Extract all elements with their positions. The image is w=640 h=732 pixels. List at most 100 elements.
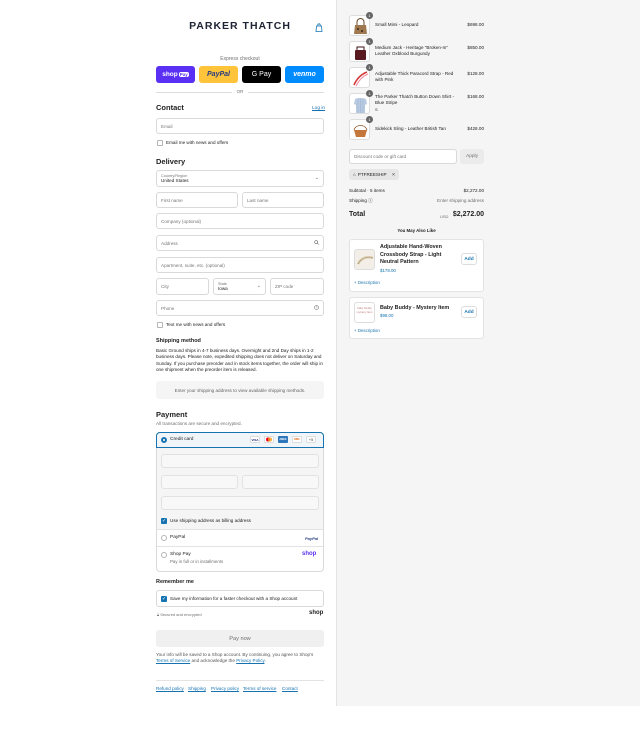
state-select[interactable]: State Iowa ⌄ (213, 278, 266, 295)
shop-pay-option-label[interactable]: Shop Pay (170, 552, 191, 557)
credit-card-radio[interactable] (161, 437, 167, 443)
help-icon[interactable]: ? (314, 305, 319, 312)
item-name: Medium Jack - Heritage "Broken-In" Leath… (375, 45, 448, 56)
item-price: $698.00 (467, 22, 484, 27)
paypal-radio[interactable] (161, 535, 167, 541)
shop-pay-radio[interactable] (161, 552, 167, 558)
first-name-field[interactable]: First name (156, 192, 238, 208)
terms-link[interactable]: Terms of Service (156, 658, 190, 663)
billing-address-label: Use shipping address as billing address (170, 518, 251, 523)
shop-pay-logo: shop (302, 551, 317, 557)
card-number-field[interactable] (161, 454, 319, 468)
last-name-placeholder: Last name (247, 197, 269, 203)
expiration-field[interactable] (161, 475, 238, 489)
shipping-summary: Shipping ⓘ (349, 198, 373, 204)
email-field[interactable]: Email (156, 118, 324, 134)
city-placeholder: City (161, 284, 169, 289)
text-offers-checkbox[interactable] (157, 322, 163, 328)
apartment-field[interactable]: Apartment, suite, etc. (optional) (156, 257, 324, 273)
discount-tag: ⌂ PTFREESHIP ✕ (349, 169, 400, 180)
brand-logo[interactable]: PARKER THATCH (156, 20, 324, 32)
company-field[interactable]: Company (optional) (156, 213, 324, 229)
item-quantity-badge: 1 (366, 12, 373, 19)
country-select[interactable]: Country/Region United States ⌄ (156, 170, 324, 187)
venmo-button[interactable]: venmo (285, 66, 324, 83)
phone-field[interactable]: Phone ? (156, 300, 324, 316)
also-like-heading: You May Also Like (397, 228, 436, 233)
or-label: OR (232, 89, 248, 94)
item-quantity-badge: 1 (366, 90, 373, 97)
item-quantity-badge: 1 (366, 116, 373, 123)
search-icon (314, 240, 319, 247)
country-value: United States (161, 178, 189, 183)
express-checkout-label: Express checkout (220, 56, 260, 62)
news-checkbox[interactable] (157, 140, 163, 146)
shipping-method-heading: Shipping method (156, 338, 201, 344)
security-code-field[interactable] (242, 475, 319, 489)
terms-of-service-link[interactable]: Terms of service (243, 686, 276, 691)
shipping-info-text: Basic Ground ships in 4-7 business days.… (156, 348, 323, 373)
item-price: $168.00 (467, 94, 484, 99)
delivery-heading: Delivery (156, 157, 186, 166)
more-cards-badge: +5 (306, 436, 316, 443)
item-variant: S (375, 107, 378, 112)
privacy-policy-link[interactable]: Privacy policy (211, 686, 239, 691)
description-label: Description (357, 328, 380, 333)
shipping-policy-link[interactable]: Shipping (188, 686, 206, 691)
login-link[interactable]: Log in (312, 106, 325, 111)
rec-price: $178.00 (380, 268, 396, 273)
total-label: Total (349, 211, 366, 218)
legal-text: Your info will be saved to a Shop accoun… (156, 652, 324, 665)
shop-pay-badge: Pay (178, 72, 189, 77)
lock-icon: 🔒︎ (157, 612, 160, 617)
credit-card-label: Credit card (170, 437, 194, 442)
plus-icon: + (354, 328, 357, 333)
text-offers-label: Text me with news and offers (166, 322, 226, 327)
add-to-cart-button[interactable]: Add (461, 306, 477, 318)
paypal-option-label[interactable]: PayPal (170, 535, 185, 540)
city-field[interactable]: City (156, 278, 209, 295)
checkout-form: PARKER THATCH Express checkout shop Pay P… (0, 0, 336, 706)
save-info-checkbox[interactable]: ✓ (161, 596, 167, 602)
add-to-cart-button[interactable]: Add (461, 253, 477, 265)
discount-placeholder: Discount code or gift card (354, 154, 407, 159)
privacy-link[interactable]: Privacy Policy (236, 658, 264, 663)
secure-label: Secured and encrypted (160, 612, 202, 617)
discount-code-field[interactable]: Discount code or gift card (349, 149, 457, 164)
item-price: $428.00 (467, 126, 484, 131)
contact-link[interactable]: Contact (282, 686, 298, 691)
first-name-placeholder: First name (161, 197, 183, 203)
shipping-methods-notice: Enter your shipping address to view avai… (156, 381, 324, 399)
item-name: The Parker Thatch Button Down Shirt - Bl… (375, 94, 455, 105)
info-icon[interactable]: ⓘ (368, 198, 373, 203)
shop-pay-button[interactable]: shop Pay (156, 66, 195, 83)
rec-description-toggle[interactable]: + Description (354, 280, 380, 285)
mastercard-icon (264, 436, 274, 443)
remove-discount-icon[interactable]: ✕ (392, 172, 396, 178)
address-field[interactable]: Address (156, 235, 324, 251)
currency-code: USD (440, 214, 449, 219)
cart-bag-icon[interactable] (315, 23, 323, 32)
phone-placeholder: Phone (161, 305, 175, 311)
paypal-button[interactable]: PayPal (199, 66, 238, 83)
rec-description-toggle[interactable]: + Description (354, 328, 380, 333)
google-pay-button[interactable]: G Pay (242, 66, 281, 83)
refund-policy-link[interactable]: Refund policy (156, 686, 184, 691)
legal-pre: Your info will be saved to a Shop accoun… (156, 652, 314, 657)
apply-discount-button[interactable]: Apply (460, 149, 484, 164)
name-on-card-field[interactable] (161, 496, 319, 510)
billing-address-checkbox[interactable]: ✓ (161, 518, 167, 524)
zip-field[interactable]: ZIP code (270, 278, 324, 295)
divider (157, 546, 323, 547)
shop-pay-wordmark: shop (162, 71, 178, 78)
contact-heading: Contact (156, 103, 184, 112)
paypal-logo: PayPal (305, 536, 319, 541)
chevron-down-icon: ⌄ (256, 283, 261, 289)
pay-now-button[interactable]: Pay now (156, 630, 324, 647)
last-name-field[interactable]: Last name (242, 192, 324, 208)
page-bottom (0, 706, 640, 732)
zip-placeholder: ZIP code (275, 284, 294, 289)
rec-thumbnail (354, 249, 375, 270)
rec-title: Adjustable Hand-Woven Crossbody Strap - … (380, 244, 442, 265)
svg-text:?: ? (316, 306, 318, 310)
